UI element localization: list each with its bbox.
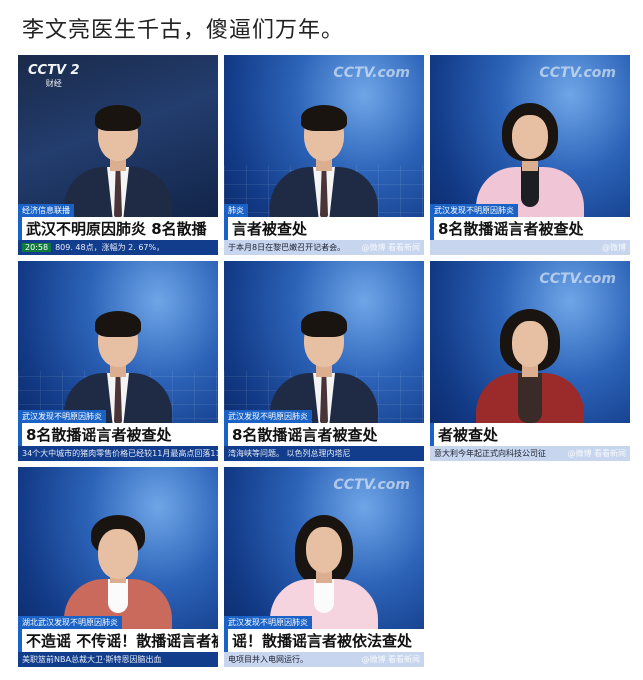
program-tag: 武汉发现不明原因肺炎 — [18, 410, 106, 423]
news-screenshot-7[interactable]: 湖北武汉发现不明原因肺炎 不造谣 不传谣！散播谣言者被 美职篮前NBA总裁大卫·… — [18, 467, 218, 667]
news-screenshot-1[interactable]: CCTV 2 财经 经济信息联播 武汉不明原因肺炎 8名散播 20:58 809. … — [18, 55, 218, 255]
news-screenshot-6[interactable]: CCTV.com 者被查处 意大利今年起正式向科技公司征 @微博 看看新闻 — [430, 261, 630, 461]
weibo-watermark: @微博 看看新闻 — [361, 243, 420, 252]
program-tag: 武汉发现不明原因肺炎 — [224, 616, 312, 629]
headline: 武汉不明原因肺炎 8名散播 — [18, 217, 218, 240]
program-tag: 湖北武汉发现不明原因肺炎 — [18, 616, 122, 629]
crawl-text: 34个大中城市的猪肉零售价格已经较11月最高点回落11.1 — [18, 446, 218, 461]
headline: 8名散播谣言者被查处 — [224, 423, 424, 446]
headline: 言者被查处 — [224, 217, 424, 240]
news-ticker: 武汉发现不明原因肺炎 8名散播谣言者被查处 — [430, 198, 630, 255]
weibo-watermark: @微博 看看新闻 — [567, 449, 626, 458]
clock: 20:58 — [22, 243, 52, 252]
headline: 8名散播谣言者被查处 — [18, 423, 218, 446]
cctv-logo: CCTV.com — [333, 477, 410, 493]
cctv-logo: CCTV.com — [539, 65, 616, 81]
news-ticker: 经济信息联播 武汉不明原因肺炎 8名散播 20:58 809. 48点，涨幅为 2… — [18, 198, 218, 255]
post-title: 李文亮医生千古，傻逼们万年。 — [22, 18, 345, 43]
news-screenshot-5[interactable]: 武汉发现不明原因肺炎 8名散播谣言者被查处 湾海峡等问题。 以色列总理内塔尼 — [224, 261, 424, 461]
program-tag: 武汉发现不明原因肺炎 — [430, 204, 518, 217]
crawl-text — [430, 240, 630, 255]
program-tag: 武汉发现不明原因肺炎 — [224, 410, 312, 423]
crawl-text: 湾海峡等问题。 以色列总理内塔尼 — [224, 446, 424, 461]
weibo-watermark: @微博 看看新闻 — [361, 655, 420, 664]
crawl-text: 美职篮前NBA总裁大卫·斯特恩因脑出血 — [18, 652, 218, 667]
cctv-logo: CCTV.com — [539, 271, 616, 287]
channel-logo: CCTV 2 财经 — [28, 63, 80, 88]
news-ticker: 湖北武汉发现不明原因肺炎 不造谣 不传谣！散播谣言者被 美职篮前NBA总裁大卫·… — [18, 610, 218, 667]
cctv-logo: CCTV.com — [333, 65, 410, 81]
program-tag: 肺炎 — [224, 204, 248, 217]
weibo-watermark: @微博 — [602, 243, 626, 252]
news-screenshot-4[interactable]: 武汉发现不明原因肺炎 8名散播谣言者被查处 34个大中城市的猪肉零售价格已经较1… — [18, 261, 218, 461]
program-tag: 经济信息联播 — [18, 204, 74, 217]
news-screenshot-8[interactable]: CCTV.com 武汉发现不明原因肺炎 谣！散播谣言者被依法查处 电项目并入电网… — [224, 467, 424, 667]
news-ticker: 武汉发现不明原因肺炎 8名散播谣言者被查处 湾海峡等问题。 以色列总理内塔尼 — [224, 404, 424, 461]
headline: 不造谣 不传谣！散播谣言者被 — [18, 629, 218, 652]
crawl-text: 809. 48点，涨幅为 2. 67%， — [55, 243, 165, 252]
news-screenshot-3[interactable]: CCTV.com 武汉发现不明原因肺炎 8名散播谣言者被查处 @微博 — [430, 55, 630, 255]
news-ticker: 武汉发现不明原因肺炎 8名散播谣言者被查处 34个大中城市的猪肉零售价格已经较1… — [18, 404, 218, 461]
headline: 谣！散播谣言者被依法查处 — [224, 629, 424, 652]
news-screenshot-2[interactable]: CCTV.com 肺炎 言者被查处 于本月8日在黎巴嫩召开记者会。 @微博 看看… — [224, 55, 424, 255]
headline: 者被查处 — [430, 423, 630, 446]
headline: 8名散播谣言者被查处 — [430, 217, 630, 240]
